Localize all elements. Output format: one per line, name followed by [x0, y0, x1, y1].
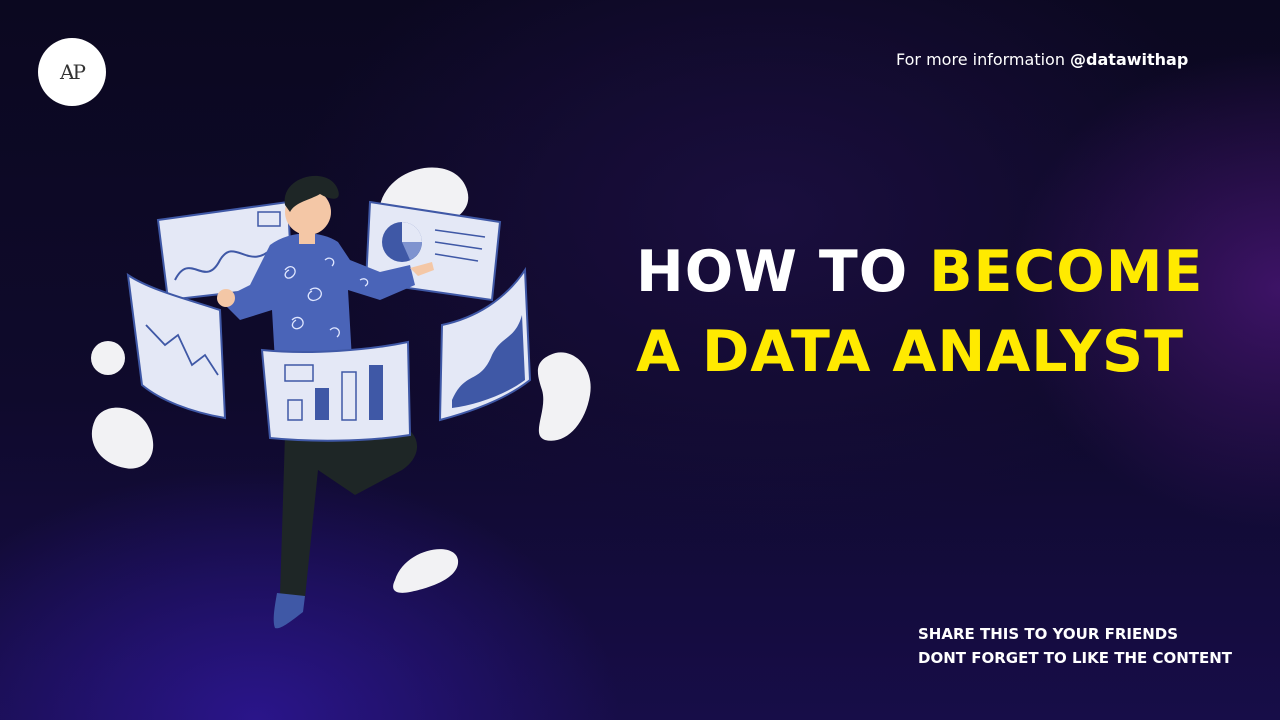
like-text: DONT FORGET TO LIKE THE CONTENT: [918, 649, 1233, 667]
title-become: BECOME: [929, 239, 1204, 305]
bar-chart-panel: [260, 340, 412, 442]
analyst-illustration-icon: [91, 167, 591, 629]
share-text: SHARE THIS TO YOUR FRIENDS: [918, 625, 1179, 643]
social-handle[interactable]: @datawithap: [1070, 50, 1188, 69]
title-data-analyst: A DATA ANALYST: [636, 319, 1184, 385]
title-line-2: A DATA ANALYST: [636, 312, 1256, 392]
info-prefix: For more information: [896, 50, 1071, 69]
left-chart-panel: [126, 272, 227, 420]
pie-chart-icon: [382, 222, 422, 262]
logo: AP: [38, 38, 106, 106]
info-text: For more information @datawithap: [896, 50, 1188, 69]
title-line-1: HOW TO BECOME: [636, 232, 1256, 312]
logo-text: AP: [60, 60, 86, 84]
title-how-to: HOW TO: [636, 239, 930, 305]
page-title: HOW TO BECOME A DATA ANALYST: [636, 232, 1256, 392]
footer-text: SHARE THIS TO YOUR FRIENDS DONT FORGET T…: [918, 622, 1232, 670]
